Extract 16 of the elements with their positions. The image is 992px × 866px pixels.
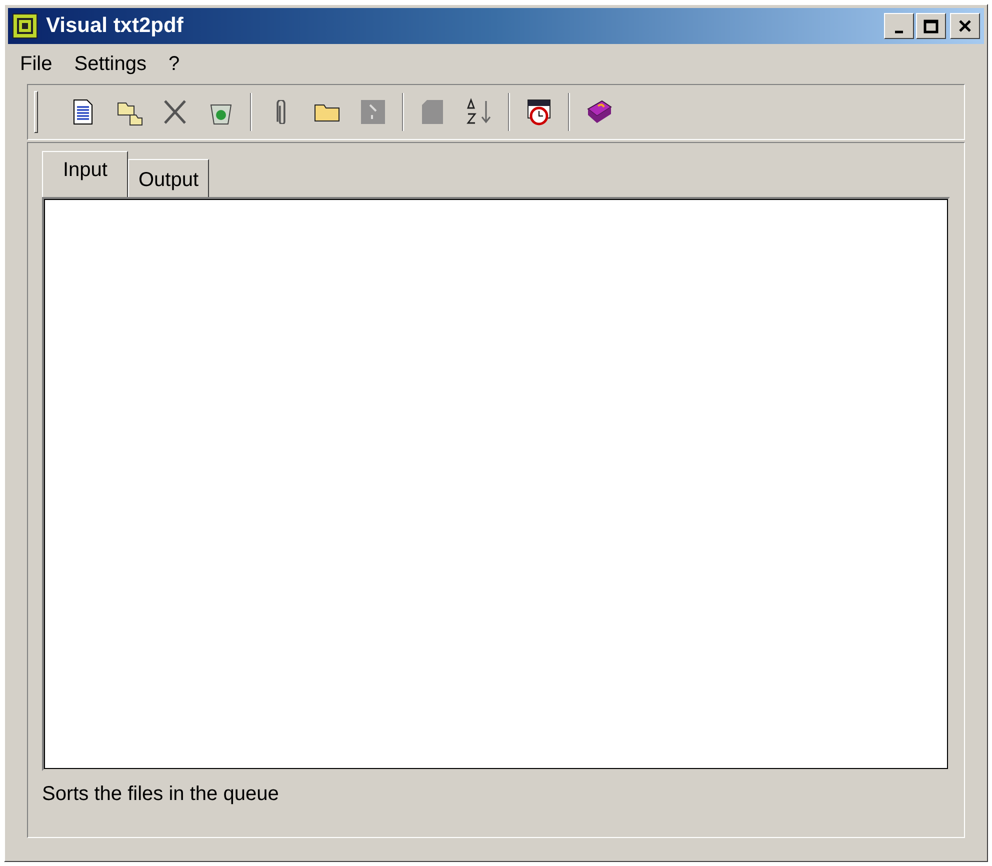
- paperclip-icon: [276, 100, 286, 124]
- maximize-icon: [923, 18, 939, 34]
- maximize-button[interactable]: [916, 13, 946, 39]
- minimize-button[interactable]: [884, 13, 914, 39]
- tab[interactable]: Input: [42, 151, 128, 197]
- window-title: Visual txt2pdf: [46, 13, 184, 40]
- close-button[interactable]: [950, 13, 980, 39]
- close-icon: [958, 19, 972, 33]
- status-text: Sorts the files in the queue: [42, 782, 280, 807]
- menu-item[interactable]: Settings: [74, 49, 146, 79]
- tile-icon: [358, 97, 388, 127]
- minimize-icon: [894, 30, 904, 34]
- menu-item[interactable]: File: [20, 49, 52, 79]
- app-logo-icon: [12, 13, 38, 39]
- menu-item[interactable]: ?: [168, 49, 180, 79]
- tab[interactable]: Output: [128, 159, 209, 197]
